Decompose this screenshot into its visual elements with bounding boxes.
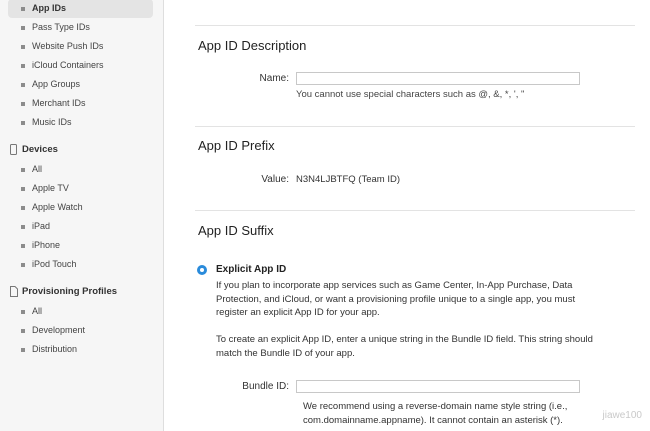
watermark: jiawe100 — [602, 410, 642, 421]
prefix-value-label: Value: — [261, 174, 289, 185]
bullet-icon — [21, 102, 25, 106]
section-title: Provisioning Profiles — [22, 286, 118, 297]
sidebar-item-label: iPod Touch — [32, 259, 77, 269]
explicit-app-id-instructions: To create an explicit App ID, enter a un… — [216, 334, 593, 359]
name-input[interactable] — [296, 72, 580, 85]
bullet-icon — [21, 263, 25, 267]
sidebar-item-development[interactable]: Development — [8, 321, 153, 340]
sidebar-item-apple-watch[interactable]: Apple Watch — [8, 198, 153, 217]
divider — [195, 25, 635, 26]
explicit-app-id-radio[interactable] — [197, 265, 207, 275]
sidebar-item-ipad[interactable]: iPad — [8, 217, 153, 236]
sidebar-item-label: Apple TV — [32, 183, 69, 193]
bullet-icon — [21, 45, 25, 49]
sidebar-item-label: All — [32, 164, 43, 174]
sidebar-item-profiles-all[interactable]: All — [8, 302, 153, 321]
bullet-icon — [21, 206, 25, 210]
sidebar-item-label: Merchant IDs — [32, 98, 86, 108]
sidebar-item-icloud-containers[interactable]: iCloud Containers — [8, 56, 153, 75]
sidebar-item-label: iPad — [32, 221, 51, 231]
prefix-heading: App ID Prefix — [198, 138, 275, 153]
sidebar-item-merchant-ids[interactable]: Merchant IDs — [8, 94, 153, 113]
sidebar-item-label: App Groups — [32, 79, 81, 89]
sidebar-item-label: Pass Type IDs — [32, 22, 90, 32]
divider — [195, 210, 635, 211]
bundle-id-input[interactable] — [296, 380, 580, 393]
sidebar-item-label: Development — [32, 325, 86, 335]
sidebar-item-ipod-touch[interactable]: iPod Touch — [8, 255, 153, 274]
sidebar-item-label: All — [32, 306, 43, 316]
sidebar: App IDs Pass Type IDs Website Push IDs i… — [0, 0, 164, 431]
sidebar-item-label: iCloud Containers — [32, 60, 104, 70]
sidebar-item-label: Music IDs — [32, 117, 72, 127]
bundle-id-hint: We recommend using a reverse-domain name… — [303, 401, 568, 426]
explicit-app-id-label[interactable]: Explicit App ID — [216, 264, 286, 275]
bullet-icon — [21, 244, 25, 248]
bullet-icon — [21, 329, 25, 333]
name-hint: You cannot use special characters such a… — [296, 89, 525, 100]
bullet-icon — [21, 26, 25, 30]
sidebar-item-iphone[interactable]: iPhone — [8, 236, 153, 255]
bullet-icon — [21, 225, 25, 229]
bullet-icon — [21, 348, 25, 352]
sidebar-item-label: Apple Watch — [32, 202, 83, 212]
sidebar-item-distribution[interactable]: Distribution — [8, 340, 153, 359]
main-content: App ID Description Name: You cannot use … — [165, 0, 650, 431]
sidebar-item-label: Website Push IDs — [32, 41, 104, 51]
bundle-id-label: Bundle ID: — [242, 381, 289, 392]
bullet-icon — [21, 121, 25, 125]
sidebar-item-website-push-ids[interactable]: Website Push IDs — [8, 37, 153, 56]
section-devices: Devices — [8, 141, 158, 159]
sidebar-item-app-groups[interactable]: App Groups — [8, 75, 153, 94]
bullet-icon — [21, 310, 25, 314]
sidebar-item-devices-all[interactable]: All — [8, 160, 153, 179]
explicit-app-id-description: If you plan to incorporate app services … — [216, 280, 576, 318]
bullet-icon — [21, 187, 25, 191]
bullet-icon — [21, 83, 25, 87]
description-heading: App ID Description — [198, 38, 307, 53]
section-provisioning-profiles: Provisioning Profiles — [8, 283, 158, 301]
bullet-icon — [21, 168, 25, 172]
bullet-icon — [21, 7, 25, 11]
section-title: Devices — [22, 144, 58, 155]
sidebar-item-label: App IDs — [32, 3, 67, 13]
divider — [195, 126, 635, 127]
bullet-icon — [21, 64, 25, 68]
suffix-heading: App ID Suffix — [198, 223, 274, 238]
sidebar-item-pass-type-ids[interactable]: Pass Type IDs — [8, 18, 153, 37]
prefix-value: N3N4LJBTFQ (Team ID) — [296, 174, 400, 185]
sidebar-item-label: Distribution — [32, 344, 78, 354]
name-label: Name: — [259, 73, 289, 84]
sidebar-item-music-ids[interactable]: Music IDs — [8, 113, 153, 132]
sidebar-item-app-ids[interactable]: App IDs — [8, 0, 153, 18]
sidebar-item-label: iPhone — [32, 240, 61, 250]
sidebar-item-apple-tv[interactable]: Apple TV — [8, 179, 153, 198]
